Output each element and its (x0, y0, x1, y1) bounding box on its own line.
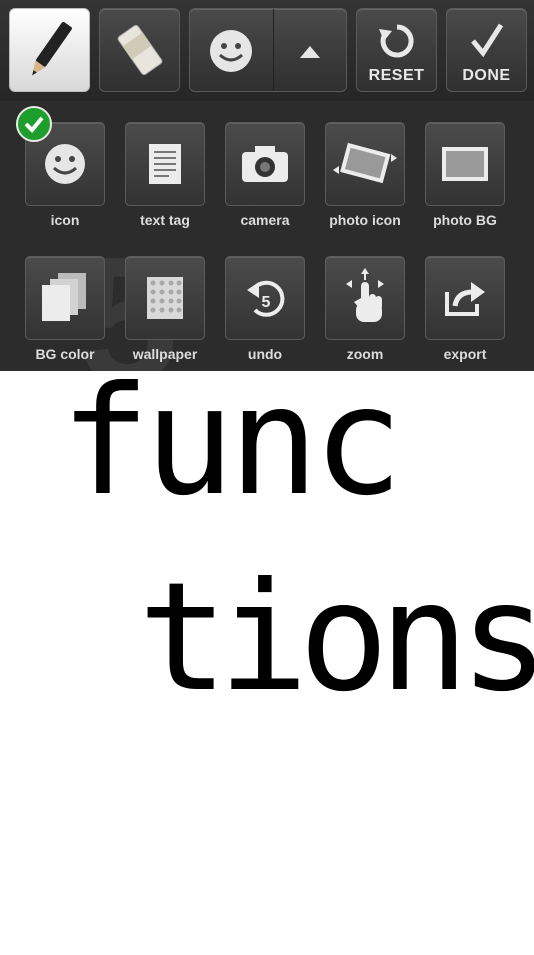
grid-item-label: export (443, 346, 487, 362)
selected-check-badge (16, 106, 52, 142)
reset-button[interactable]: RESET (356, 8, 437, 92)
eraser-icon (117, 24, 162, 76)
grid-item-label: icon (50, 212, 80, 228)
drawing-canvas[interactable]: func tions (0, 355, 534, 950)
share-icon (445, 282, 485, 316)
top-toolbar: RESET DONE (0, 0, 534, 102)
triangle-up-icon[interactable] (298, 44, 322, 60)
pen-tool-button[interactable] (9, 8, 90, 92)
eraser-tool-button[interactable] (99, 8, 180, 92)
handwriting-line-1: func (60, 371, 397, 529)
divider (273, 9, 274, 91)
grid-item-label: text tag (140, 212, 190, 228)
grid-item-zoom[interactable]: zoom (325, 256, 425, 376)
grid-item-undo[interactable]: 5 undo (225, 256, 325, 376)
grid-item-camera[interactable]: camera (225, 122, 325, 242)
hand-gesture-icon (346, 268, 384, 322)
undo-icon: 5 (247, 280, 285, 317)
grid-item-label: photo BG (433, 212, 497, 228)
grid-item-label: undo (247, 346, 283, 362)
checkmark-icon (470, 23, 503, 58)
photo-frame-icon (442, 147, 488, 181)
grid-item-photo-bg[interactable]: photo BG (425, 122, 525, 242)
pattern-icon (147, 277, 183, 319)
grid-item-photo-icon[interactable]: photo icon (325, 122, 425, 242)
rotate-photo-icon (333, 142, 397, 184)
grid-item-label: zoom (346, 346, 384, 362)
reset-icon (378, 24, 414, 58)
grid-item-bg-color[interactable]: BG color (25, 256, 125, 376)
smiley-icon (45, 144, 85, 184)
document-icon (149, 144, 181, 184)
grid-item-label: wallpaper (132, 346, 198, 362)
grid-item-text-tag[interactable]: text tag (125, 122, 225, 242)
grid-item-label: BG color (35, 346, 95, 362)
smiley-icon (210, 30, 252, 72)
reset-label: RESET (368, 67, 425, 84)
done-button[interactable]: DONE (446, 8, 527, 92)
camera-icon (242, 146, 288, 182)
pencil-icon (31, 21, 72, 76)
grid-item-export[interactable]: export (425, 256, 525, 376)
undo-count: 5 (262, 294, 271, 311)
grid-item-wallpaper[interactable]: wallpaper (125, 256, 225, 376)
grid-item-label: photo icon (329, 212, 401, 228)
grid-item-label: camera (240, 212, 290, 228)
done-label: DONE (462, 67, 511, 84)
function-grid: 5 icon (0, 101, 534, 411)
handwriting: func tions (60, 355, 534, 725)
handwriting-line-2: tions (138, 551, 534, 725)
stamp-selector[interactable] (189, 8, 347, 92)
stacked-pages-icon (42, 273, 86, 321)
function-panel: RESET DONE 5 icon (0, 0, 534, 411)
check-icon (24, 116, 44, 133)
